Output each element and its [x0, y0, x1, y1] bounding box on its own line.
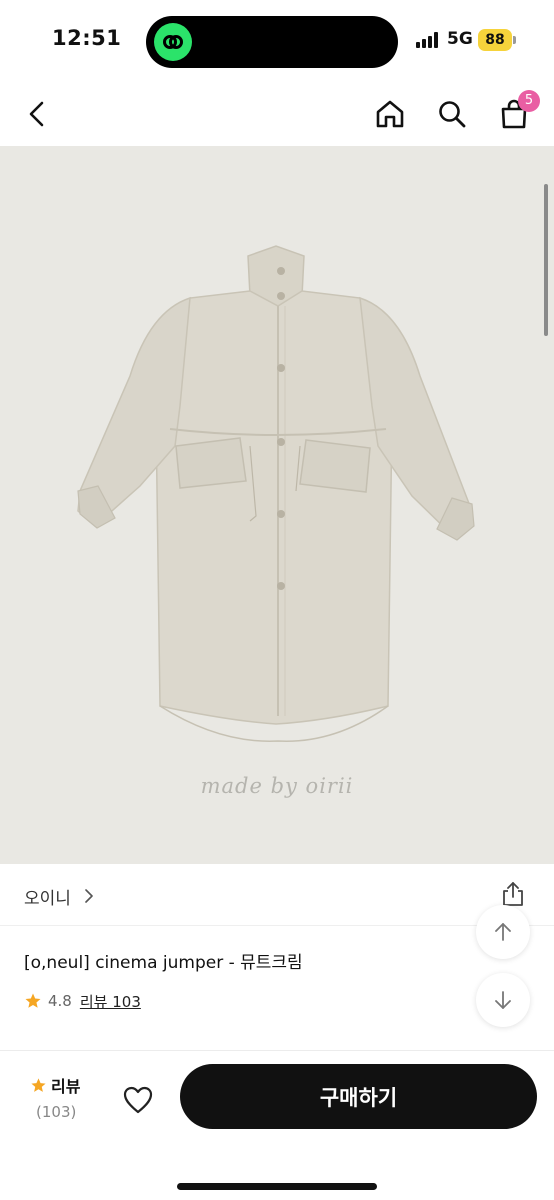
chevron-right-icon — [85, 889, 93, 903]
coat-illustration — [77, 245, 475, 742]
buy-button[interactable]: 구매하기 — [180, 1064, 537, 1129]
dynamic-island — [146, 16, 398, 68]
arrow-down-icon — [495, 991, 511, 1009]
review-label-row: 리뷰 — [30, 1073, 100, 1097]
brand-row: 오이니 — [0, 864, 554, 926]
review-count: (103) — [36, 1103, 77, 1121]
rating-row: 4.8 리뷰 103 — [24, 990, 141, 1012]
home-indicator — [177, 1183, 377, 1190]
scroll-down-button[interactable] — [476, 973, 530, 1027]
status-time: 12:51 — [52, 26, 122, 50]
cart-button[interactable]: 5 — [494, 90, 540, 134]
review-summary[interactable]: 리뷰 (103) — [30, 1073, 100, 1121]
rating-value: 4.8 — [48, 992, 72, 1010]
home-button[interactable] — [370, 94, 410, 134]
image-scroll-indicator — [544, 184, 548, 336]
battery-tip — [513, 36, 516, 44]
arrow-up-icon — [495, 923, 511, 941]
back-button[interactable] — [18, 94, 58, 134]
scroll-up-button[interactable] — [476, 905, 530, 959]
chevron-left-icon — [29, 101, 44, 127]
review-link[interactable]: 리뷰 103 — [80, 991, 141, 1012]
search-icon — [439, 101, 466, 128]
app-activity-icon — [154, 23, 192, 61]
share-icon[interactable] — [500, 880, 526, 908]
review-label: 리뷰 — [51, 1077, 81, 1096]
status-bar: 12:51 5G 88 — [0, 0, 554, 80]
image-watermark: made by oirii — [200, 774, 354, 798]
brand-link[interactable]: 오이니 — [24, 884, 71, 909]
nav-bar: 5 — [0, 80, 554, 146]
network-type: 5G — [447, 29, 473, 49]
search-button[interactable] — [432, 94, 472, 134]
product-image[interactable]: made by oirii — [0, 146, 554, 864]
signal-icon — [416, 32, 440, 48]
battery-icon: 88 — [478, 29, 512, 51]
cart-count-badge: 5 — [518, 90, 540, 112]
star-icon — [31, 1077, 46, 1092]
home-icon — [376, 100, 404, 128]
star-icon — [25, 993, 41, 1008]
product-title: [o,neul] cinema jumper - 뮤트크림 — [24, 953, 303, 973]
heart-icon[interactable] — [122, 1085, 154, 1115]
bottom-action-bar: 리뷰 (103) 구매하기 — [0, 1050, 554, 1200]
